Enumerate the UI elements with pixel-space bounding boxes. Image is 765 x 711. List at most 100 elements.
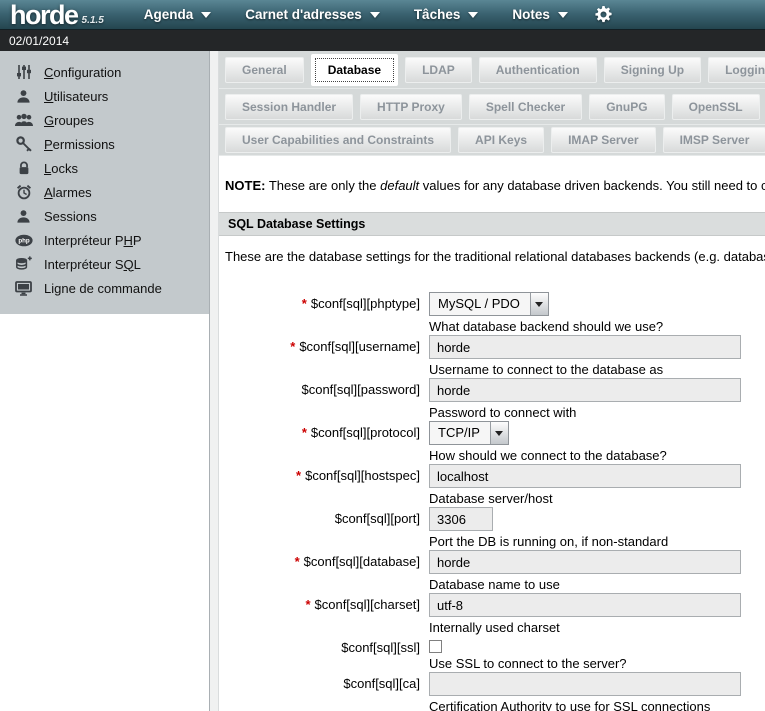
sidebar-item-label: Interpréteur SQL (44, 257, 141, 272)
field-label: *$conf[sql][protocol] (219, 421, 420, 463)
tab-session-handler[interactable]: Session Handler (225, 94, 353, 120)
gear-icon[interactable] (594, 5, 613, 24)
form-row-ssl: $conf[sql][ssl]Use SSL to connect to the… (219, 636, 765, 671)
field-cell: Internally used charset (429, 593, 741, 635)
password-input[interactable] (429, 378, 741, 402)
menu-notes[interactable]: Notes (512, 7, 568, 22)
sidebar-item-label: Configuration (44, 65, 121, 80)
ca-input[interactable] (429, 672, 741, 696)
sidebar-item-label: Utilisateurs (44, 89, 108, 104)
port-input[interactable] (429, 507, 493, 531)
menu-label: Carnet d'adresses (245, 7, 362, 22)
sidebar-item-label: Alarmes (44, 185, 92, 200)
menu-taches[interactable]: Tâches (414, 7, 479, 22)
field-label: *$conf[sql][charset] (219, 593, 420, 635)
padlock-icon (14, 159, 33, 177)
tab-row-3: User Capabilities and Constraints API Key… (219, 125, 765, 156)
sidebar-item-label: Interpréteur PHP (44, 233, 142, 248)
protocol-select[interactable]: TCP/IP (429, 421, 509, 445)
tab-openssl[interactable]: OpenSSL (672, 94, 760, 120)
sidebar-item-ligne-de-commande[interactable]: Ligne de commande (0, 276, 209, 300)
sidebar-item-alarmes[interactable]: Alarmes (0, 180, 209, 204)
dropdown-arrow-button[interactable] (530, 293, 548, 315)
sidebar-item-sessions[interactable]: Sessions (0, 204, 209, 228)
field-help: Password to connect with (429, 405, 741, 420)
form-row-hostspec: *$conf[sql][hostspec]Database server/hos… (219, 464, 765, 506)
logo-text: horde (10, 2, 78, 28)
field-cell: MySQL / PDO What database backend should … (429, 292, 663, 334)
field-cell: TCP/IPHow should we connect to the datab… (429, 421, 667, 463)
topbar: horde 5.1.5 Agenda Carnet d'adresses Tâche… (0, 0, 765, 30)
required-asterisk: * (290, 339, 295, 354)
dropdown-arrow-button[interactable] (490, 422, 508, 444)
config-tabs: General Database LDAP Authentication Signing… (219, 51, 765, 156)
ssl-checkbox[interactable] (429, 640, 442, 653)
tab-spell-checker[interactable]: Spell Checker (469, 94, 582, 120)
sidebar-item-utilisateurs[interactable]: Utilisateurs (0, 84, 209, 108)
required-asterisk: * (295, 554, 300, 569)
tab-api-keys[interactable]: API Keys (458, 127, 544, 153)
section-header: SQL Database Settings (219, 212, 765, 236)
required-asterisk: * (302, 425, 307, 440)
note-segment: values for any database driven backends.… (419, 178, 765, 193)
phptype-select[interactable]: MySQL / PDO (429, 292, 549, 316)
php-icon: php (14, 231, 33, 249)
tab-ldap[interactable]: LDAP (405, 57, 472, 83)
field-label: $conf[sql][ca] (219, 672, 420, 711)
tab-signing-up[interactable]: Signing Up (604, 57, 701, 83)
sidebar-item-interpreteur-php[interactable]: php Interpréteur PHP (0, 228, 209, 252)
required-asterisk: * (296, 468, 301, 483)
content-inner: General Database LDAP Authentication Signing… (219, 51, 765, 711)
menu-carnet-d-adresses[interactable]: Carnet d'adresses (245, 7, 380, 22)
horde-logo[interactable]: horde 5.1.5 (10, 2, 104, 28)
tab-imsp-server[interactable]: IMSP Server (663, 127, 765, 153)
tab-logging[interactable]: Logging (708, 57, 765, 83)
tab-imap-server[interactable]: IMAP Server (551, 127, 655, 153)
tab-http-proxy[interactable]: HTTP Proxy (360, 94, 462, 120)
sidebar-item-label: Groupes (44, 113, 94, 128)
chevron-down-icon (468, 12, 478, 18)
field-cell: Certification Authority to use for SSL c… (429, 672, 741, 711)
field-cell: Username to connect to the database as (429, 335, 741, 377)
note-prefix: NOTE: (225, 178, 265, 193)
charset-input[interactable] (429, 593, 741, 617)
field-cell: Database name to use (429, 550, 741, 592)
section-description: These are the database settings for the … (225, 249, 765, 264)
tab-user-capabilities-and-constraints[interactable]: User Capabilities and Constraints (225, 127, 451, 153)
tab-authentication[interactable]: Authentication (479, 57, 597, 83)
sidebar-item-permissions[interactable]: Permissions (0, 132, 209, 156)
required-asterisk: * (305, 597, 310, 612)
menu-agenda[interactable]: Agenda (144, 7, 212, 22)
sidebar: Configuration Utilisateurs Groupes Permissi… (0, 51, 209, 711)
database-icon (14, 255, 33, 273)
sidebar-item-locks[interactable]: Locks (0, 156, 209, 180)
menu-label: Tâches (414, 7, 461, 22)
sidebar-item-interpreteur-sql[interactable]: Interpréteur SQL (0, 252, 209, 276)
note-text: NOTE: These are only the default values … (225, 178, 765, 193)
database-input[interactable] (429, 550, 741, 574)
current-date: 02/01/2014 (9, 34, 69, 48)
username-input[interactable] (429, 335, 741, 359)
field-label: *$conf[sql][phptype] (219, 292, 420, 334)
sidebar-item-groupes[interactable]: Groupes (0, 108, 209, 132)
sidebar-item-configuration[interactable]: Configuration (0, 60, 209, 84)
sidebar-item-label: Ligne de commande (44, 281, 162, 296)
field-label: $conf[sql][password] (219, 378, 420, 420)
field-help: What database backend should we use? (429, 319, 663, 334)
hostspec-input[interactable] (429, 464, 741, 488)
tab-database[interactable]: Database (311, 54, 398, 86)
chevron-down-icon (370, 12, 380, 18)
sidebar-menu: Configuration Utilisateurs Groupes Permissi… (0, 51, 209, 314)
chevron-down-icon (535, 302, 543, 307)
tab-row-1: General Database LDAP Authentication Signing… (219, 51, 765, 89)
sidebar-item-label: Sessions (44, 209, 97, 224)
form-row-ca: $conf[sql][ca]Certification Authority to… (219, 672, 765, 711)
field-help: Port the DB is running on, if non-standa… (429, 534, 668, 549)
field-cell: Password to connect with (429, 378, 741, 420)
tab-gnupg[interactable]: GnuPG (589, 94, 664, 120)
field-label: *$conf[sql][hostspec] (219, 464, 420, 506)
selected-option: MySQL / PDO (430, 293, 530, 315)
field-help: Use SSL to connect to the server? (429, 656, 627, 671)
chevron-down-icon (558, 12, 568, 18)
tab-general[interactable]: General (225, 57, 304, 83)
